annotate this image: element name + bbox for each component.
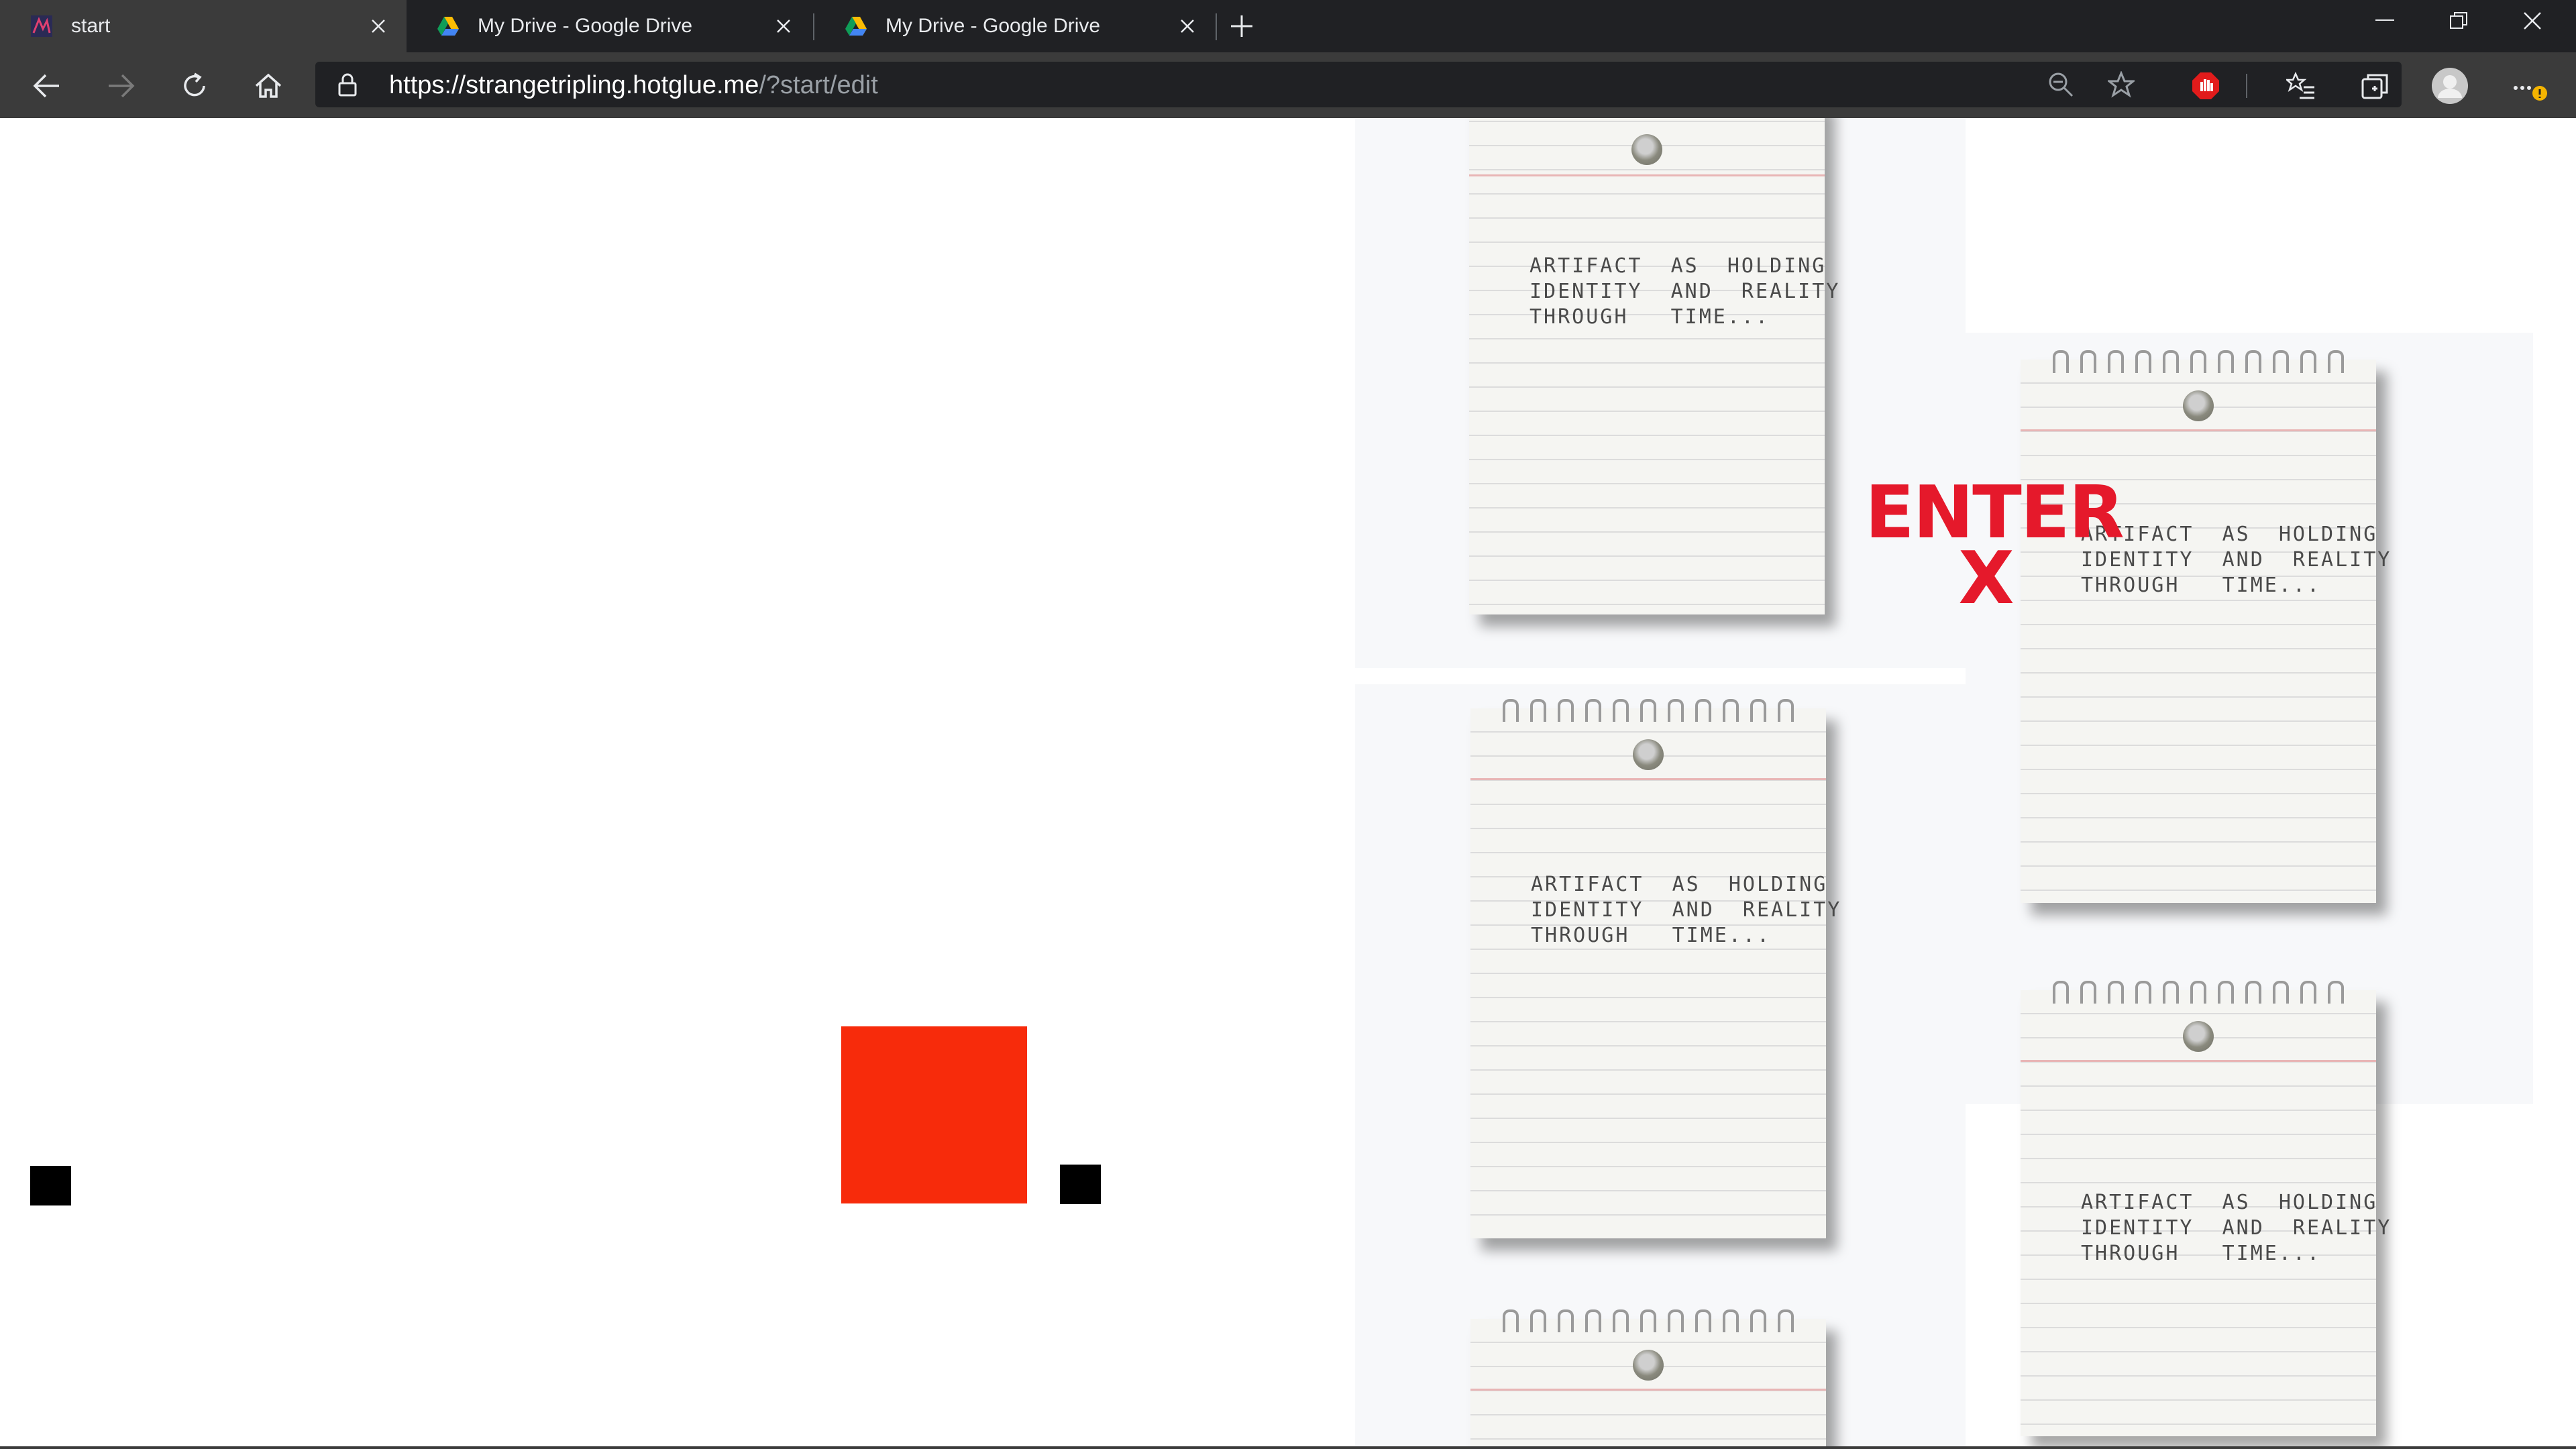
page-content: ARTIFACT AS HOLDING IDENTITY AND REALITY… — [0, 118, 2576, 1449]
enter-link[interactable]: ENTER X — [1865, 477, 2125, 621]
arrow-left-icon — [33, 74, 59, 98]
home-icon — [255, 73, 282, 98]
note-line-2: IDENTITY AND REALITY — [1529, 280, 1841, 303]
minimize-button[interactable] — [2348, 0, 2422, 42]
note-line-1: ARTIFACT AS HOLDING — [2081, 523, 2378, 546]
notepad-image[interactable]: ARTIFACT AS HOLDING IDENTITY AND REALITY… — [2021, 981, 2390, 1436]
binding-hole-icon — [1633, 1350, 1664, 1381]
notepad-image[interactable] — [1470, 1309, 1826, 1449]
favorites-button[interactable] — [2281, 66, 2321, 106]
note-line-3: THROUGH TIME... — [2081, 574, 2322, 597]
tab-google-drive-2[interactable]: My Drive - Google Drive — [814, 0, 1216, 52]
restore-button[interactable] — [2422, 0, 2496, 42]
url-host: strangetripling.hotglue.me — [466, 71, 759, 99]
forward-button[interactable] — [101, 66, 141, 106]
note-line-1: ARTIFACT AS HOLDING — [1531, 873, 1828, 896]
plus-icon — [1231, 15, 1252, 37]
collections-icon — [2361, 74, 2388, 99]
adblock-extension-button[interactable] — [2186, 66, 2226, 106]
note-line-1: ARTIFACT AS HOLDING — [1529, 254, 1827, 278]
tab-strip: start My Drive - Google Drive My Drive -… — [0, 0, 2576, 52]
refresh-icon — [184, 72, 205, 97]
arrow-right-icon — [109, 74, 135, 98]
home-button[interactable] — [248, 66, 288, 106]
google-drive-icon — [845, 17, 867, 36]
spiral-binding — [1503, 699, 1794, 726]
url-scheme: https:// — [389, 71, 466, 99]
red-square[interactable] — [841, 1026, 1027, 1203]
note-handwriting: ARTIFACT AS HOLDING IDENTITY AND REALITY… — [1531, 872, 1841, 949]
tab-title: My Drive - Google Drive — [885, 15, 1101, 37]
spiral-binding — [2053, 350, 2344, 377]
more-menu-icon — [2514, 86, 2547, 101]
avatar-icon — [2432, 68, 2468, 104]
note-line-2: IDENTITY AND REALITY — [1531, 898, 1842, 922]
restore-icon — [2450, 12, 2467, 29]
tab-title: start — [71, 15, 111, 37]
margin-line — [2021, 429, 2376, 431]
note-line-2: IDENTITY AND REALITY — [2081, 1216, 2392, 1240]
black-square-left[interactable] — [30, 1166, 71, 1205]
profile-button[interactable] — [2430, 66, 2470, 106]
note-handwriting: ARTIFACT AS HOLDING IDENTITY AND REALITY… — [1529, 254, 1840, 330]
close-tab-icon[interactable] — [767, 10, 800, 42]
note-line-3: THROUGH TIME... — [1529, 305, 1770, 329]
note-line-2: IDENTITY AND REALITY — [2081, 548, 2392, 572]
url-path: /?start/edit — [759, 71, 878, 99]
margin-line — [2021, 1060, 2376, 1062]
note-handwriting: ARTIFACT AS HOLDING IDENTITY AND REALITY… — [2081, 522, 2392, 598]
note-line-1: ARTIFACT AS HOLDING — [2081, 1191, 2378, 1214]
notepad-image[interactable]: ARTIFACT AS HOLDING IDENTITY AND REALITY… — [2021, 350, 2390, 903]
note-line-3: THROUGH TIME... — [2081, 1242, 2322, 1265]
notepad-image[interactable]: ARTIFACT AS HOLDING IDENTITY AND REALITY… — [1470, 699, 1839, 1238]
zoom-out-icon[interactable] — [2047, 71, 2074, 98]
enter-x-label: X — [1958, 537, 2014, 621]
refresh-button[interactable] — [174, 66, 215, 106]
new-tab-button[interactable] — [1225, 9, 1258, 43]
address-bar[interactable]: https://strangetripling.hotglue.me/?star… — [315, 62, 2402, 107]
browser-toolbar: https://strangetripling.hotglue.me/?star… — [0, 52, 2576, 118]
margin-line — [1469, 174, 1825, 176]
favorites-list-icon — [2286, 71, 2314, 99]
notepad-image[interactable]: ARTIFACT AS HOLDING IDENTITY AND REALITY… — [1469, 118, 1838, 614]
binding-hole-icon — [2183, 390, 2214, 421]
binding-hole-icon — [2183, 1021, 2214, 1052]
close-tab-icon[interactable] — [1171, 10, 1203, 42]
tab-google-drive-1[interactable]: My Drive - Google Drive — [407, 0, 812, 52]
google-drive-icon — [437, 17, 459, 36]
margin-line — [1470, 1389, 1826, 1391]
close-icon — [2524, 12, 2541, 30]
stop-hand-icon — [2192, 72, 2219, 99]
note-line-3: THROUGH TIME... — [1531, 924, 1772, 947]
hotglue-favicon-icon — [31, 15, 52, 37]
toolbar-separator — [2246, 74, 2247, 98]
black-square-right[interactable] — [1060, 1165, 1101, 1204]
note-handwriting: ARTIFACT AS HOLDING IDENTITY AND REALITY… — [2081, 1190, 2392, 1267]
tab-separator — [1216, 13, 1217, 40]
close-window-button[interactable] — [2496, 0, 2569, 42]
url-text[interactable]: https://strangetripling.hotglue.me/?star… — [389, 71, 878, 100]
star-icon[interactable] — [2108, 71, 2135, 98]
lock-icon[interactable] — [335, 72, 360, 97]
binding-hole-icon — [1633, 739, 1664, 770]
binding-hole-icon — [1631, 134, 1662, 165]
spiral-binding — [2053, 981, 2344, 1008]
window-bottom-border — [0, 1446, 2576, 1449]
spiral-binding — [1503, 1309, 1794, 1336]
tab-title: My Drive - Google Drive — [478, 15, 693, 37]
minimize-icon — [2375, 19, 2394, 21]
back-button[interactable] — [27, 66, 67, 106]
close-tab-icon[interactable] — [362, 10, 394, 42]
collections-button[interactable] — [2355, 66, 2395, 106]
margin-line — [1470, 778, 1826, 780]
notepad-collage: ARTIFACT AS HOLDING IDENTITY AND REALITY… — [1355, 118, 2576, 1449]
tab-start[interactable]: start — [0, 0, 407, 52]
settings-menu-button[interactable] — [2509, 66, 2549, 106]
